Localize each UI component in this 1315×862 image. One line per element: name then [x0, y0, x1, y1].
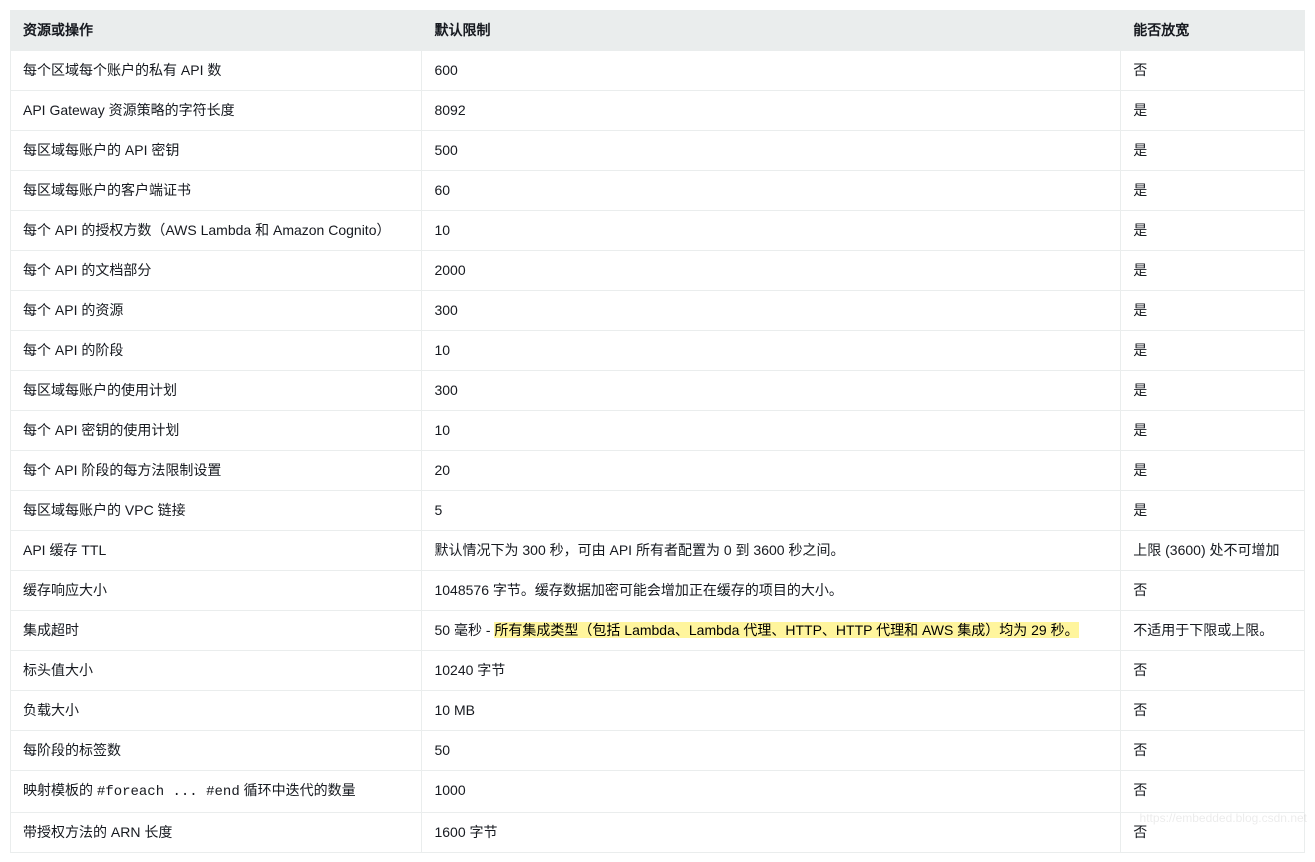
cell-resource: 每个区域每个账户的私有 API 数: [11, 51, 422, 91]
cell-limit: 5: [422, 491, 1121, 531]
cell-relax: 是: [1121, 131, 1305, 171]
cell-limit: 60: [422, 171, 1121, 211]
cell-resource: 每个 API 阶段的每方法限制设置: [11, 451, 422, 491]
cell-resource: 每个 API 的文档部分: [11, 251, 422, 291]
cell-limit: 10240 字节: [422, 651, 1121, 691]
highlighted-text: 所有集成类型（包括 Lambda、Lambda 代理、HTTP、HTTP 代理和…: [494, 622, 1078, 638]
table-row: 每区域每账户的 VPC 链接 5 是: [11, 491, 1305, 531]
cell-limit: 默认情况下为 300 秒，可由 API 所有者配置为 0 到 3600 秒之间。: [422, 531, 1121, 571]
table-row: 每个区域每个账户的私有 API 数 600 否: [11, 51, 1305, 91]
cell-relax: 是: [1121, 91, 1305, 131]
cell-resource-suffix: 循环中迭代的数量: [240, 782, 356, 798]
cell-limit-prefix: 50 毫秒 -: [434, 622, 494, 638]
cell-resource: 负载大小: [11, 691, 422, 731]
cell-limit: 10 MB: [422, 691, 1121, 731]
cell-relax: 否: [1121, 771, 1305, 813]
cell-relax: 是: [1121, 331, 1305, 371]
header-relax: 能否放宽: [1121, 11, 1305, 51]
table-row: 每个 API 的阶段 10 是: [11, 331, 1305, 371]
cell-resource: 缓存响应大小: [11, 571, 422, 611]
cell-resource: 每区域每账户的使用计划: [11, 371, 422, 411]
cell-resource: 标头值大小: [11, 651, 422, 691]
table-row: 每区域每账户的使用计划 300 是: [11, 371, 1305, 411]
cell-limit: 20: [422, 451, 1121, 491]
cell-limit: 600: [422, 51, 1121, 91]
cell-relax: 是: [1121, 211, 1305, 251]
cell-resource: 映射模板的 #foreach ... #end 循环中迭代的数量: [11, 771, 422, 813]
cell-limit: 1000: [422, 771, 1121, 813]
limits-table: 资源或操作 默认限制 能否放宽 每个区域每个账户的私有 API 数 600 否 …: [10, 10, 1305, 853]
table-row: 映射模板的 #foreach ... #end 循环中迭代的数量 1000 否: [11, 771, 1305, 813]
table-row: 每个 API 的资源 300 是: [11, 291, 1305, 331]
table-row: 每个 API 阶段的每方法限制设置 20 是: [11, 451, 1305, 491]
cell-relax: 否: [1121, 51, 1305, 91]
header-limit: 默认限制: [422, 11, 1121, 51]
cell-limit: 50: [422, 731, 1121, 771]
cell-relax: 是: [1121, 251, 1305, 291]
cell-relax: 是: [1121, 491, 1305, 531]
cell-limit: 50 毫秒 - 所有集成类型（包括 Lambda、Lambda 代理、HTTP、…: [422, 611, 1121, 651]
cell-relax: 否: [1121, 571, 1305, 611]
table-row: 每个 API 的文档部分 2000 是: [11, 251, 1305, 291]
cell-resource: API Gateway 资源策略的字符长度: [11, 91, 422, 131]
table-row: 每个 API 密钥的使用计划 10 是: [11, 411, 1305, 451]
cell-limit: 10: [422, 211, 1121, 251]
cell-relax: 否: [1121, 691, 1305, 731]
table-row: 每阶段的标签数 50 否: [11, 731, 1305, 771]
cell-resource: 集成超时: [11, 611, 422, 651]
cell-resource: 每个 API 的授权方数（AWS Lambda 和 Amazon Cognito…: [11, 211, 422, 251]
cell-resource: 每阶段的标签数: [11, 731, 422, 771]
cell-resource: 每区域每账户的 VPC 链接: [11, 491, 422, 531]
cell-resource-prefix: 映射模板的: [23, 782, 97, 798]
cell-relax: 上限 (3600) 处不可增加: [1121, 531, 1305, 571]
cell-resource: 每个 API 密钥的使用计划: [11, 411, 422, 451]
table-row: 每区域每账户的客户端证书 60 是: [11, 171, 1305, 211]
table-row: 每个 API 的授权方数（AWS Lambda 和 Amazon Cognito…: [11, 211, 1305, 251]
cell-limit: 300: [422, 371, 1121, 411]
cell-resource: 每区域每账户的客户端证书: [11, 171, 422, 211]
table-row: 每区域每账户的 API 密钥 500 是: [11, 131, 1305, 171]
table-row: 标头值大小 10240 字节 否: [11, 651, 1305, 691]
cell-relax: 否: [1121, 731, 1305, 771]
cell-limit: 1048576 字节。缓存数据加密可能会增加正在缓存的项目的大小。: [422, 571, 1121, 611]
cell-limit: 8092: [422, 91, 1121, 131]
cell-limit: 500: [422, 131, 1121, 171]
cell-resource: 每个 API 的资源: [11, 291, 422, 331]
cell-relax: 是: [1121, 451, 1305, 491]
table-row: 缓存响应大小 1048576 字节。缓存数据加密可能会增加正在缓存的项目的大小。…: [11, 571, 1305, 611]
table-row: API 缓存 TTL 默认情况下为 300 秒，可由 API 所有者配置为 0 …: [11, 531, 1305, 571]
table-row: 集成超时 50 毫秒 - 所有集成类型（包括 Lambda、Lambda 代理、…: [11, 611, 1305, 651]
cell-relax: 是: [1121, 411, 1305, 451]
cell-relax: 否: [1121, 651, 1305, 691]
table-row: 负载大小 10 MB 否: [11, 691, 1305, 731]
cell-limit: 2000: [422, 251, 1121, 291]
cell-resource-code: #foreach ... #end: [97, 784, 240, 800]
cell-resource: 每区域每账户的 API 密钥: [11, 131, 422, 171]
cell-relax: 不适用于下限或上限。: [1121, 611, 1305, 651]
cell-relax: 是: [1121, 291, 1305, 331]
cell-limit: 10: [422, 411, 1121, 451]
cell-limit: 300: [422, 291, 1121, 331]
cell-relax: 是: [1121, 171, 1305, 211]
cell-resource: 每个 API 的阶段: [11, 331, 422, 371]
cell-limit: 10: [422, 331, 1121, 371]
table-header-row: 资源或操作 默认限制 能否放宽: [11, 11, 1305, 51]
cell-resource: API 缓存 TTL: [11, 531, 422, 571]
table-row: API Gateway 资源策略的字符长度 8092 是: [11, 91, 1305, 131]
header-resource: 资源或操作: [11, 11, 422, 51]
cell-relax: 是: [1121, 371, 1305, 411]
